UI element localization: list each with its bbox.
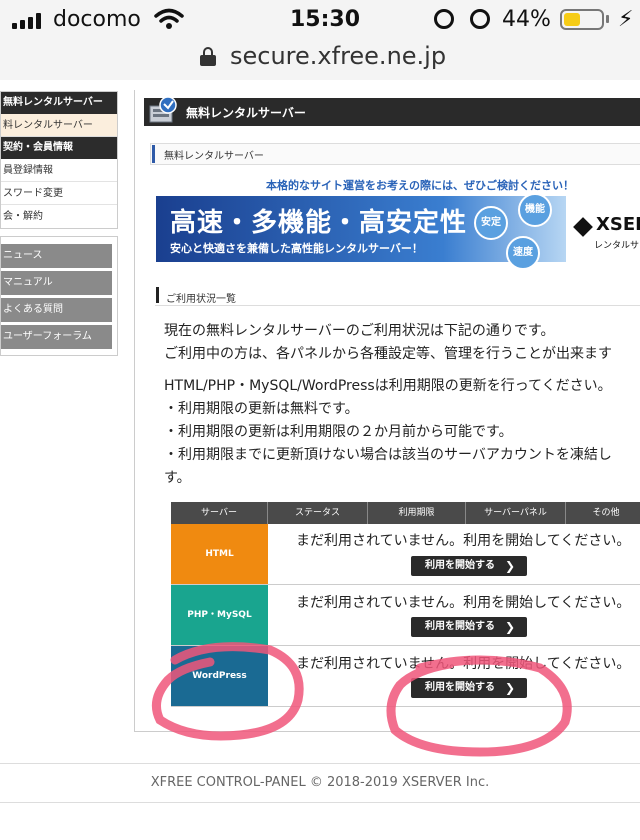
sidebar-item-member-info[interactable]: 員登録情報 bbox=[1, 159, 117, 182]
button-label: 利用を開始する bbox=[425, 560, 495, 571]
notice-bullet-end: す。 bbox=[164, 470, 191, 486]
alarm-icon bbox=[470, 9, 490, 29]
usage-section-accent bbox=[156, 287, 159, 303]
banner-bubble-stable: 安定 bbox=[474, 206, 508, 240]
signal-icon bbox=[12, 13, 41, 29]
url-bar[interactable]: secure.xfree.ne.jp bbox=[0, 38, 640, 80]
sidebar-item-cancel[interactable]: 会・解約 bbox=[1, 205, 117, 228]
server-label-html: HTML bbox=[171, 524, 268, 584]
promo-tagline[interactable]: 本格的なサイト運営をお考えの際には、ぜひご検討ください！ bbox=[266, 177, 574, 193]
sidebar-item-password[interactable]: スワード変更 bbox=[1, 182, 117, 205]
lock-icon bbox=[200, 47, 216, 66]
page-title: 無料レンタルサーバー bbox=[186, 106, 306, 120]
row-status-text: まだ利用されていません。利用を開始してください。 bbox=[296, 595, 631, 611]
server-label-php-mysql: PHP・MySQL bbox=[171, 585, 268, 645]
sidebar-link-manual[interactable]: マニュアル bbox=[1, 271, 112, 295]
sidebar-link-forum[interactable]: ユーザーフォーラム bbox=[1, 325, 112, 349]
footer-divider bbox=[0, 802, 640, 803]
sidebar-section-title: 契約・会員情報 bbox=[1, 137, 117, 159]
notice-bullet: ・利用期限の更新は利用期限の２か月前から可能です。 bbox=[164, 424, 513, 440]
usage-section-title: ご利用状況一覧 bbox=[166, 294, 236, 305]
url-text[interactable]: secure.xfree.ne.jp bbox=[230, 42, 446, 70]
battery-cap bbox=[606, 15, 609, 23]
row-status-text: まだ利用されていません。利用を開始してください。 bbox=[296, 656, 631, 672]
notice-text: HTML/PHP・MySQL/WordPressは利用期限の更新を行ってください… bbox=[164, 378, 612, 394]
chevron-right-icon: ❯ bbox=[504, 681, 515, 695]
sidebar-section-title: 無料レンタルサーバー bbox=[1, 92, 117, 114]
footer-copyright: XFREE CONTROL-PANEL © 2018-2019 XSERVER … bbox=[150, 775, 490, 790]
xserver-logo-text: XSER bbox=[596, 214, 640, 235]
battery-fill bbox=[564, 13, 580, 26]
intro-text: 現在の無料レンタルサーバーのご利用状況は下記の通りです。 bbox=[164, 323, 555, 339]
footer-divider bbox=[0, 763, 640, 764]
table-header-expiry: 利用期限 bbox=[368, 502, 466, 524]
subheader-accent bbox=[152, 145, 155, 163]
button-label: 利用を開始する bbox=[425, 682, 495, 693]
status-bar: docomo 15:30 44% ⚡ bbox=[0, 0, 640, 38]
table-header-status: ステータス bbox=[268, 502, 368, 524]
chevron-right-icon: ❯ bbox=[504, 620, 515, 634]
table-header-panel: サーバーパネル bbox=[466, 502, 566, 524]
server-label-wordpress: WordPress bbox=[171, 646, 268, 706]
notice-bullet: ・利用期限の更新は無料です。 bbox=[164, 401, 359, 417]
intro-text: ご利用中の方は、各パネルから各種設定等、管理を行うことが出来ます bbox=[164, 346, 612, 362]
table-header-other: その他 bbox=[566, 502, 640, 524]
battery-percent: 44% bbox=[502, 7, 551, 32]
button-label: 利用を開始する bbox=[425, 621, 495, 632]
banner-headline: 高速・多機能・高安定性 bbox=[170, 208, 468, 238]
server-icon bbox=[149, 96, 177, 123]
sidebar-item-free-server[interactable]: 料レンタルサーバー bbox=[1, 114, 117, 137]
notice-bullet: ・利用期限までに更新頂けない場合は該当のサーバアカウントを凍結し bbox=[164, 447, 612, 463]
chevron-right-icon: ❯ bbox=[504, 559, 515, 573]
banner-bubble-speed: 速度 bbox=[506, 236, 540, 270]
page-root: { "status_bar": { "carrier": "docomo", "… bbox=[0, 0, 640, 840]
xserver-logo-sub: レンタルサ bbox=[594, 241, 640, 251]
row-divider bbox=[171, 706, 640, 707]
battery-icon bbox=[560, 9, 604, 30]
carrier-name: docomo bbox=[53, 7, 141, 32]
wifi-icon bbox=[154, 8, 184, 29]
row-status-text: まだ利用されていません。利用を開始してください。 bbox=[296, 533, 631, 549]
clock: 15:30 bbox=[290, 7, 361, 32]
start-php-mysql-button[interactable]: 利用を開始する ❯ bbox=[411, 617, 527, 637]
charging-icon: ⚡ bbox=[618, 7, 634, 32]
sidebar-server-menu: 無料レンタルサーバー 料レンタルサーバー 契約・会員情報 員登録情報 スワード変… bbox=[0, 91, 118, 229]
sidebar-link-news[interactable]: ニュース bbox=[1, 244, 112, 268]
start-wordpress-button[interactable]: 利用を開始する ❯ bbox=[411, 678, 527, 698]
start-html-button[interactable]: 利用を開始する ❯ bbox=[411, 556, 527, 576]
table-header-server: サーバー bbox=[171, 502, 268, 524]
sidebar-link-faq[interactable]: よくある質問 bbox=[1, 298, 112, 322]
banner-bubble-function: 機能 bbox=[518, 193, 552, 227]
sidebar-links: ニュース マニュアル よくある質問 ユーザーフォーラム bbox=[0, 236, 118, 356]
banner-subline: 安心と快適さを兼備した高性能レンタルサーバー！ bbox=[170, 242, 423, 255]
rotation-lock-icon bbox=[434, 9, 454, 29]
subheader-title: 無料レンタルサーバー bbox=[164, 151, 264, 162]
